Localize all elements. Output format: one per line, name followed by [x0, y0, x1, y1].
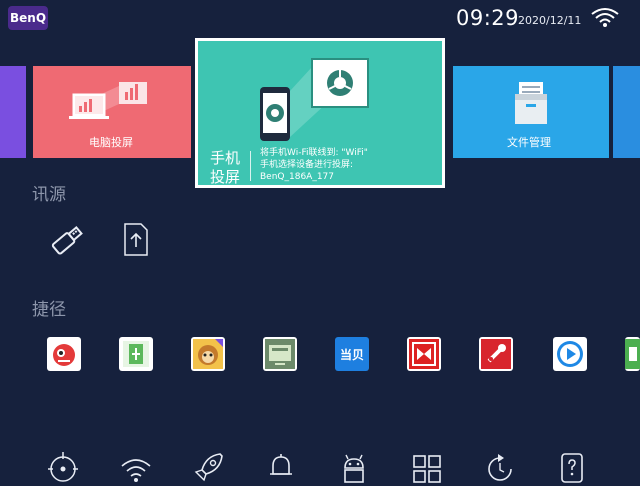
phone-info-line3: BenQ_186A_177	[260, 172, 335, 182]
upload-file-icon[interactable]	[116, 220, 156, 260]
tile-next[interactable]	[613, 66, 640, 158]
dangbei-app-text: 当贝	[335, 337, 369, 371]
refresh-icon[interactable]	[483, 450, 517, 484]
clock-time: 09:29	[456, 6, 520, 30]
bell-icon[interactable]	[264, 450, 298, 484]
benq-logo: BenQ	[8, 6, 48, 30]
apps-grid-icon[interactable]	[410, 452, 444, 486]
green-card-app-icon[interactable]	[119, 337, 153, 371]
tile-pc-projection[interactable]: 电脑投屏	[33, 66, 191, 158]
phone-info-line2: 手机选择设备进行投屏:	[260, 160, 354, 170]
monkey-king-app-icon[interactable]	[191, 337, 225, 371]
logo-text: BenQ	[9, 11, 47, 25]
pc-projection-icon	[69, 82, 147, 119]
usb-icon[interactable]	[46, 220, 86, 260]
red-bow-app-icon[interactable]	[407, 337, 441, 371]
red-tool-app-icon[interactable]	[479, 337, 513, 371]
phone-info-line1: 将手机Wi-Fi联线到: "WiFi"	[260, 148, 368, 158]
pc-projection-label: 电脑投屏	[89, 136, 133, 149]
file-manager-label: 文件管理	[507, 136, 551, 149]
tile-file-manager[interactable]: 文件管理	[453, 66, 609, 158]
phone-divider	[250, 151, 251, 181]
tv-screen-app-icon[interactable]	[263, 337, 297, 371]
clock-date: 2020/12/11	[518, 14, 582, 27]
sources-title: 讯源	[32, 185, 66, 205]
phone-projection-icon	[260, 58, 369, 141]
dangbei-app-icon[interactable]: 当贝	[335, 337, 369, 371]
wifi-icon[interactable]	[119, 452, 153, 486]
android-icon[interactable]	[337, 450, 371, 484]
blue-play-app-icon[interactable]	[553, 337, 587, 371]
file-manager-icon	[515, 82, 547, 124]
red-monster-app-icon[interactable]	[47, 337, 81, 371]
wifi-icon[interactable]	[590, 6, 620, 28]
phone-projection-title: 手机投屏	[210, 149, 241, 186]
shortcuts-title: 捷径	[32, 300, 66, 320]
green-android-app-icon[interactable]	[625, 337, 640, 371]
target-icon[interactable]	[46, 450, 80, 484]
help-icon[interactable]	[555, 450, 589, 484]
phone-projection-info: 将手机Wi-Fi联线到: "WiFi" 手机选择设备进行投屏: BenQ_186…	[260, 147, 368, 183]
tile-previous[interactable]	[0, 66, 26, 158]
tile-phone-projection[interactable]: 手机投屏 将手机Wi-Fi联线到: "WiFi" 手机选择设备进行投屏: Ben…	[195, 38, 445, 188]
rocket-icon[interactable]	[192, 450, 226, 484]
